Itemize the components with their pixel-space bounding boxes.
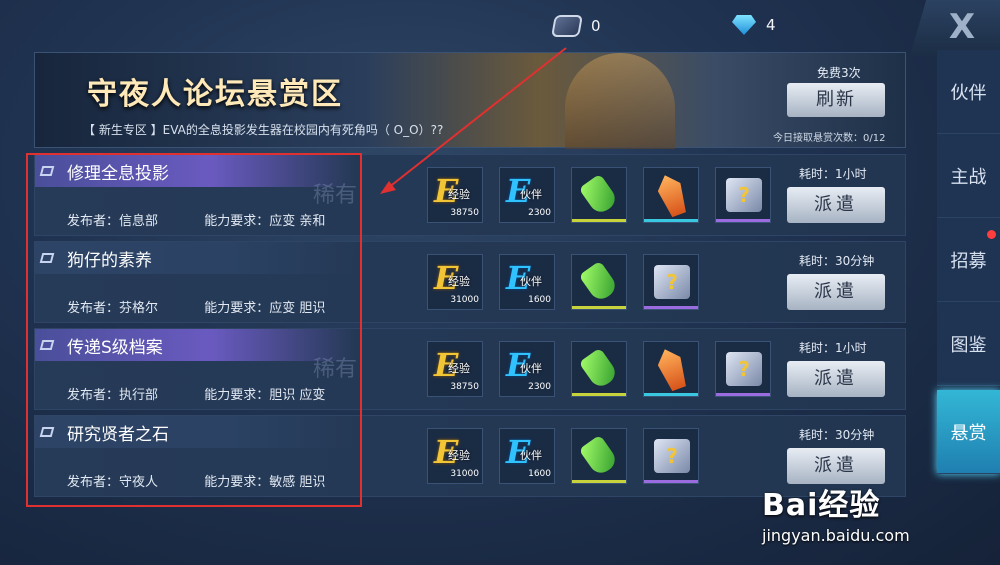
bounty-banner: 守夜人论坛悬赏区 【 新生专区 】EVA的全息投影发生器在校园内有死角吗（ O_… xyxy=(34,52,906,149)
reward-slot[interactable]: ? xyxy=(715,341,771,397)
rarity-underline xyxy=(644,306,698,309)
reward-label: 经验 xyxy=(448,188,470,201)
reward-label: 伙伴 xyxy=(520,275,542,288)
reward-slot[interactable]: E 伙伴 1600 xyxy=(499,254,555,310)
rarity-underline xyxy=(644,480,698,483)
banner-subtitle: 【 新生专区 】EVA的全息投影发生器在校园内有死角吗（ O_O）?? xyxy=(83,123,444,137)
nav-tab-battle[interactable]: 主战 xyxy=(937,134,1000,218)
rarity-underline xyxy=(572,219,626,222)
nav-tab-label: 招募 xyxy=(950,250,987,272)
diamond-count: 4 xyxy=(766,16,776,34)
diamond-currency: 4 xyxy=(732,15,776,35)
reward-slot[interactable]: E 伙伴 1600 xyxy=(499,428,555,484)
rarity-underline xyxy=(644,219,698,222)
potion-icon xyxy=(578,173,620,217)
reward-slot[interactable] xyxy=(643,341,699,397)
reward-value: 1600 xyxy=(528,295,551,305)
side-nav: 伙伴 主战 招募 图鉴 悬赏 xyxy=(937,50,1000,474)
reward-list: E 经验 31000 E 伙伴 1600? xyxy=(427,254,699,310)
nav-tab-bounty[interactable]: 悬赏 xyxy=(937,390,1000,474)
dispatch-button[interactable]: 派遣 xyxy=(787,187,885,223)
currency-bar: 0 4 xyxy=(0,12,1000,46)
mystery-box-icon: ? xyxy=(654,265,690,299)
quest-duration: 耗时：1小时 xyxy=(799,167,867,181)
reward-value: 38750 xyxy=(450,208,479,218)
reward-slot[interactable]: E 经验 31000 xyxy=(427,428,483,484)
reward-label: 伙伴 xyxy=(520,449,542,462)
quest-duration: 耗时：30分钟 xyxy=(799,254,875,268)
orange-crystal-icon xyxy=(654,345,691,393)
reward-value: 2300 xyxy=(528,208,551,218)
crystal-icon xyxy=(551,15,583,37)
nav-tab-partner[interactable]: 伙伴 xyxy=(937,50,1000,134)
rarity-underline xyxy=(716,219,770,222)
reward-slot[interactable] xyxy=(643,167,699,223)
reward-slot[interactable]: ? xyxy=(643,428,699,484)
rarity-underline xyxy=(572,306,626,309)
rarity-underline xyxy=(716,393,770,396)
watermark-logo: Bai经验 xyxy=(762,488,881,523)
reward-value: 1600 xyxy=(528,469,551,479)
orange-crystal-icon xyxy=(654,171,691,219)
reward-list: E 经验 31000 E 伙伴 1600? xyxy=(427,428,699,484)
reward-slot[interactable] xyxy=(571,428,627,484)
rarity-underline xyxy=(572,393,626,396)
banner-door-art xyxy=(565,53,675,149)
baidu-jingyan-watermark: Bai经验 jingyan.baidu.com xyxy=(762,480,910,545)
mystery-box-icon: ? xyxy=(726,178,762,212)
today-accept-count: 今日接取悬赏次数：0/12 xyxy=(773,133,886,144)
reward-slot[interactable] xyxy=(571,254,627,310)
quest-duration: 耗时：1小时 xyxy=(799,341,867,355)
nav-tab-label: 悬赏 xyxy=(950,422,987,444)
crystal-count: 0 xyxy=(591,17,601,35)
watermark-url: jingyan.baidu.com xyxy=(762,526,910,545)
dispatch-button[interactable]: 派遣 xyxy=(787,361,885,397)
reward-slot[interactable]: E 伙伴 2300 xyxy=(499,167,555,223)
reward-slot[interactable]: ? xyxy=(643,254,699,310)
nav-tab-label: 图鉴 xyxy=(950,334,987,356)
mystery-box-icon: ? xyxy=(726,352,762,386)
annotation-highlight-box xyxy=(26,153,362,507)
rarity-underline xyxy=(572,480,626,483)
reward-value: 38750 xyxy=(450,382,479,392)
potion-icon xyxy=(578,347,620,391)
reward-slot[interactable]: E 伙伴 2300 xyxy=(499,341,555,397)
mystery-box-icon: ? xyxy=(654,439,690,473)
dispatch-button[interactable]: 派遣 xyxy=(787,274,885,310)
reward-value: 31000 xyxy=(450,469,479,479)
notification-dot-icon xyxy=(987,230,996,239)
reward-label: 经验 xyxy=(448,362,470,375)
reward-slot[interactable]: ? xyxy=(715,167,771,223)
reward-list: E 经验 38750 E 伙伴 2300? xyxy=(427,167,771,223)
reward-value: 2300 xyxy=(528,382,551,392)
reward-label: 伙伴 xyxy=(520,188,542,201)
reward-list: E 经验 38750 E 伙伴 2300? xyxy=(427,341,771,397)
potion-icon xyxy=(578,434,620,478)
nav-tab-recruit[interactable]: 招募 xyxy=(937,218,1000,302)
reward-slot[interactable] xyxy=(571,167,627,223)
reward-slot[interactable]: E 经验 38750 xyxy=(427,167,483,223)
reward-label: 经验 xyxy=(448,275,470,288)
rarity-underline xyxy=(644,393,698,396)
reward-slot[interactable] xyxy=(571,341,627,397)
reward-slot[interactable]: E 经验 31000 xyxy=(427,254,483,310)
crystal-currency: 0 xyxy=(551,15,601,37)
free-refresh-label: 免费3次 xyxy=(817,66,861,80)
quest-duration: 耗时：30分钟 xyxy=(799,428,875,442)
reward-label: 经验 xyxy=(448,449,470,462)
nav-tab-label: 主战 xyxy=(950,166,987,188)
nav-tab-label: 伙伴 xyxy=(950,82,987,104)
banner-title: 守夜人论坛悬赏区 xyxy=(87,77,343,112)
diamond-icon xyxy=(732,15,756,35)
refresh-button[interactable]: 刷新 xyxy=(787,83,885,117)
nav-tab-codex[interactable]: 图鉴 xyxy=(937,302,1000,386)
dispatch-button[interactable]: 派遣 xyxy=(787,448,885,484)
potion-icon xyxy=(578,260,620,304)
reward-slot[interactable]: E 经验 38750 xyxy=(427,341,483,397)
reward-value: 31000 xyxy=(450,295,479,305)
reward-label: 伙伴 xyxy=(520,362,542,375)
